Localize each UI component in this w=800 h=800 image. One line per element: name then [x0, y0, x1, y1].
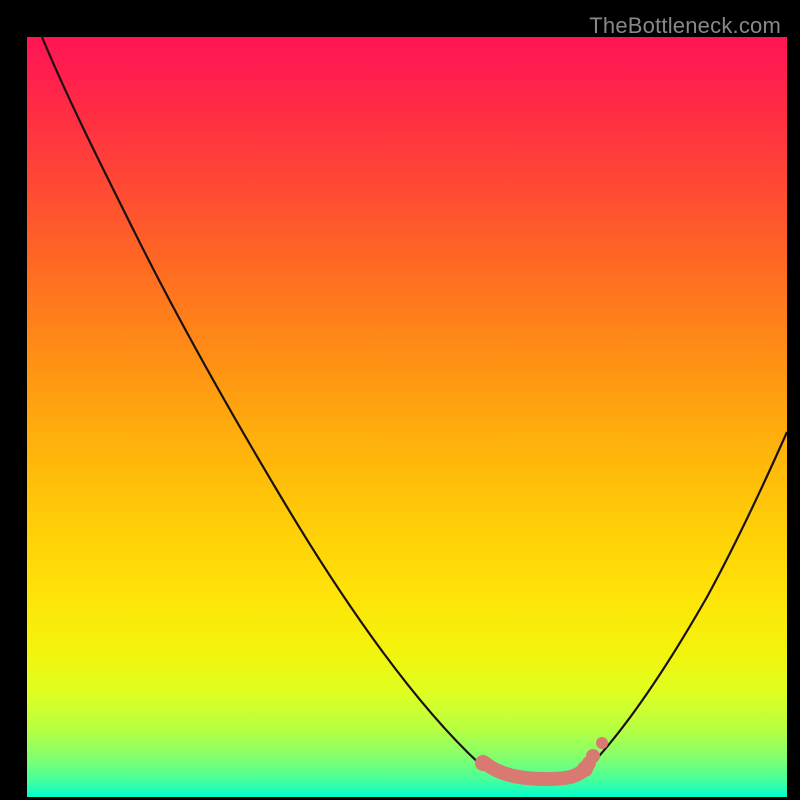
curve-right-branch	[589, 432, 787, 767]
gradient-plot-area	[27, 37, 787, 797]
valley-left-marker	[475, 755, 491, 771]
plot-frame: TheBottleneck.com	[7, 7, 793, 793]
valley-right-marker-2	[586, 749, 600, 763]
curve-overlay	[27, 37, 787, 797]
valley-highlight-band	[485, 763, 589, 779]
valley-right-marker-1	[577, 761, 593, 777]
valley-right-marker-3	[596, 737, 608, 749]
curve-left-branch	[42, 37, 483, 767]
watermark-text: TheBottleneck.com	[589, 13, 781, 39]
